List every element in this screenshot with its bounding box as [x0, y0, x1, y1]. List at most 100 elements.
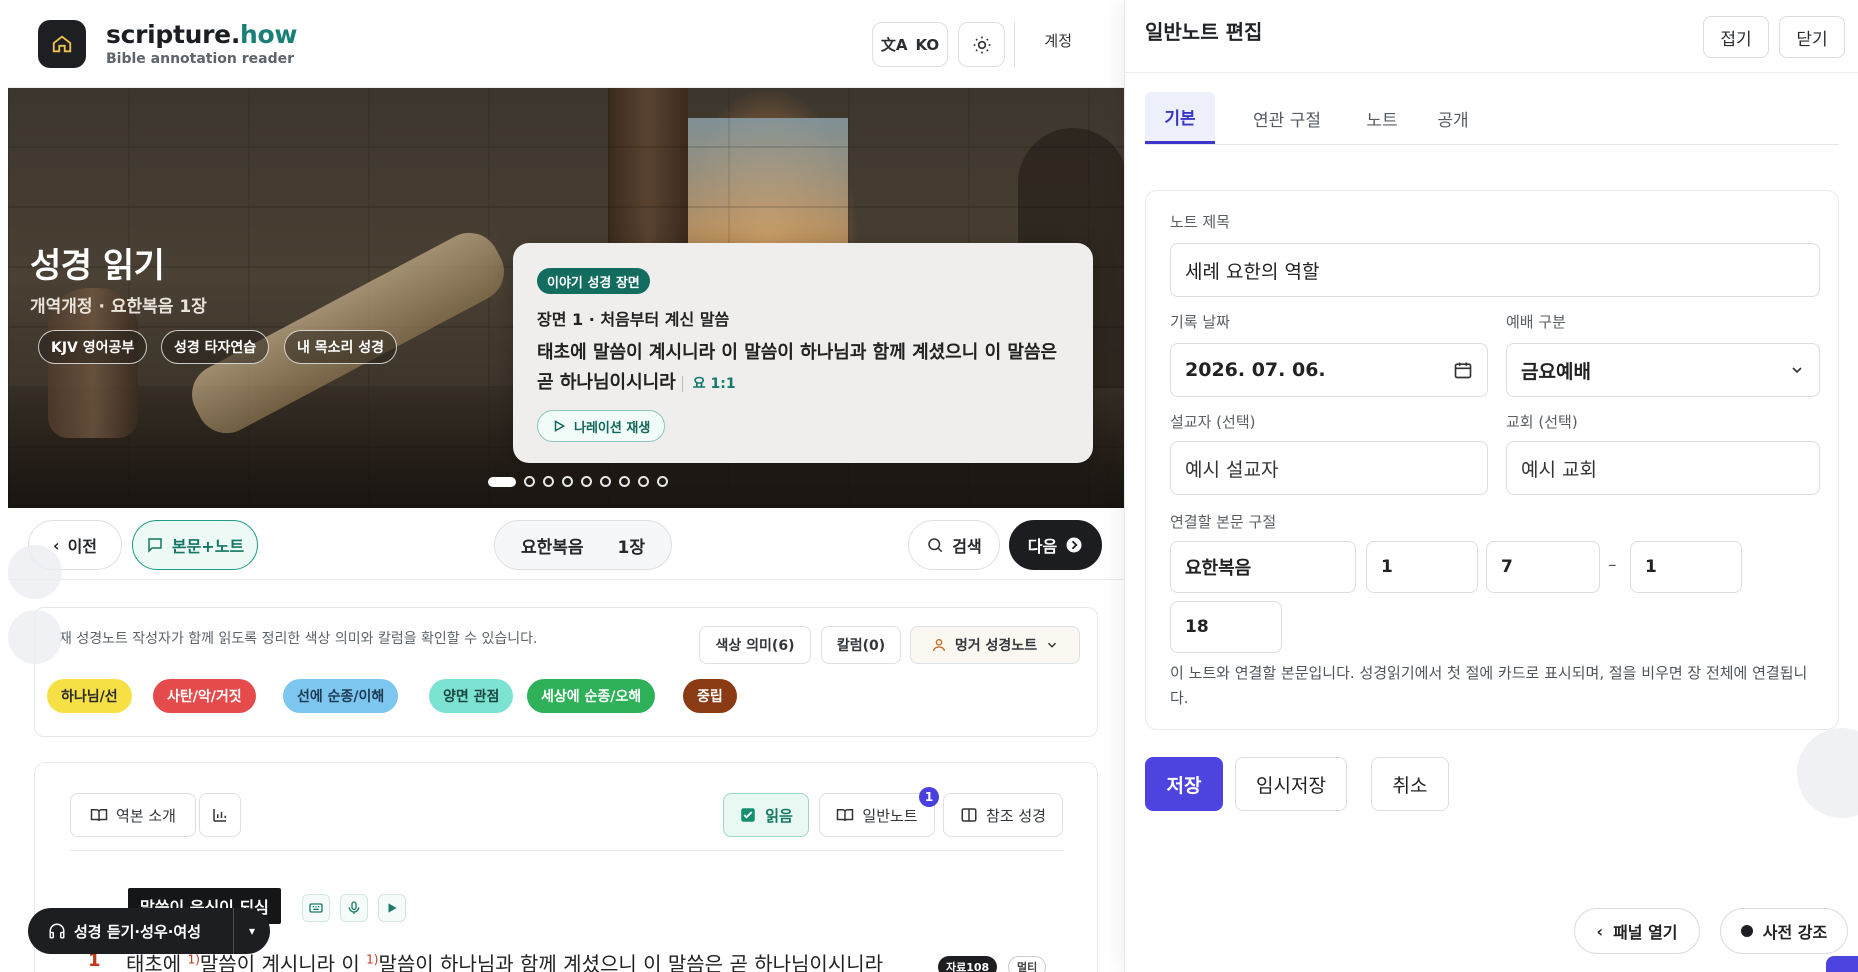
- color-chip[interactable]: 중립: [683, 679, 737, 713]
- book-chapter-selector[interactable]: 요한복음 1장: [494, 520, 672, 570]
- record-date-input[interactable]: 2026. 07. 06.: [1170, 343, 1488, 397]
- legend-description: 재 성경노트 작성자가 함께 읽도록 정리한 색상 의미와 칼럼을 확인할 수 …: [59, 631, 538, 647]
- carousel-dot[interactable]: [657, 476, 668, 487]
- multi-chip[interactable]: 멀티: [1008, 956, 1047, 972]
- arrow-right-circle-icon: [1066, 537, 1082, 553]
- preacher-input[interactable]: 예시 설교자: [1170, 441, 1488, 495]
- read-toggle-button[interactable]: 읽음: [723, 793, 809, 837]
- play-icon: [388, 903, 397, 913]
- home-logo-button[interactable]: [38, 20, 86, 68]
- next-label: 다음: [1027, 537, 1058, 556]
- subtitle-button[interactable]: [302, 894, 330, 922]
- tab-public[interactable]: 공개: [1421, 92, 1485, 144]
- audio-player-button[interactable]: 성경 듣기·성우·여성 ▾: [28, 908, 270, 954]
- scene-title: 장면 1 · 처음부터 계신 말씀: [537, 310, 730, 329]
- account-button[interactable]: 계정: [1014, 22, 1100, 67]
- calendar-icon[interactable]: [1453, 360, 1473, 380]
- brand-name[interactable]: scripture.how: [106, 20, 298, 49]
- end-verse-input[interactable]: 18: [1170, 601, 1282, 653]
- carousel-dot[interactable]: [600, 476, 611, 487]
- text-note-toggle[interactable]: 본문+노트: [132, 520, 258, 570]
- basic-form: 노트 제목 세례 요한의 역할 기록 날짜 2026. 07. 06. 예배 구…: [1145, 190, 1839, 730]
- carousel-dot[interactable]: [619, 476, 630, 487]
- note-title-label: 노트 제목: [1170, 213, 1230, 231]
- color-chip[interactable]: 세상에 순종/오해: [527, 679, 656, 713]
- save-button[interactable]: 저장: [1145, 757, 1223, 811]
- narration-play-button[interactable]: 나레이션 재생: [537, 410, 666, 442]
- column-button[interactable]: 칼럼(0): [821, 626, 901, 664]
- fold-button[interactable]: 접기: [1703, 16, 1769, 58]
- reader-divider: [70, 850, 1064, 851]
- book-open-icon: [90, 809, 108, 822]
- stats-button[interactable]: [199, 793, 241, 837]
- language-button[interactable]: 文A KO: [872, 22, 948, 67]
- ghost-circle: [1797, 728, 1858, 818]
- start-verse-input[interactable]: 7: [1486, 541, 1600, 593]
- my-voice-bible-pill[interactable]: 내 목소리 성경: [284, 330, 398, 364]
- color-meaning-button[interactable]: 색상 의미(6): [699, 626, 811, 664]
- dictionary-highlight-label: 사전 강조: [1762, 923, 1828, 942]
- note-author-dropdown[interactable]: 멍거 성경노트: [910, 626, 1080, 664]
- comment-icon: [148, 538, 162, 553]
- reference-bible-button[interactable]: 참조 성경: [943, 793, 1063, 837]
- color-chip[interactable]: 양면 관점: [429, 679, 514, 713]
- carousel-dot[interactable]: [524, 476, 535, 487]
- play-verse-button[interactable]: [378, 894, 406, 922]
- carousel-dot[interactable]: [638, 476, 649, 487]
- translation-intro-button[interactable]: 역본 소개: [70, 793, 196, 837]
- next-chapter-button[interactable]: 다음: [1009, 520, 1102, 570]
- microphone-icon: [348, 901, 360, 914]
- prev-label: 이전: [67, 537, 98, 556]
- chevron-left-icon: ‹: [52, 535, 60, 555]
- book-select[interactable]: 요한복음: [521, 533, 584, 558]
- reference-bible-label: 참조 성경: [986, 806, 1046, 825]
- church-input[interactable]: 예시 교회: [1506, 441, 1820, 495]
- passage-book-input[interactable]: 요한복음: [1170, 541, 1356, 593]
- tab-related-verses[interactable]: 연관 구절: [1229, 92, 1345, 144]
- book-open-icon: [837, 809, 854, 822]
- cancel-button[interactable]: 취소: [1371, 757, 1449, 811]
- tab-note[interactable]: 노트: [1351, 92, 1413, 144]
- footnote-marker[interactable]: 1): [188, 952, 200, 966]
- dictionary-highlight-button[interactable]: 사전 강조: [1720, 908, 1848, 954]
- theme-toggle-button[interactable]: [958, 22, 1005, 67]
- keyboard-icon: [309, 903, 323, 913]
- search-button[interactable]: 검색: [908, 520, 1000, 570]
- start-chapter-input[interactable]: 1: [1366, 541, 1478, 593]
- open-panel-button[interactable]: ‹ 패널 열기: [1574, 908, 1700, 954]
- typing-practice-pill[interactable]: 성경 타자연습: [161, 330, 270, 364]
- verse-text-part: 말씀이 하나님과 함께 계셨으니 이 말씀은 곧 하나님이시니라: [378, 952, 884, 972]
- general-note-label: 일반노트: [862, 806, 918, 825]
- corner-chat-button[interactable]: [1826, 956, 1858, 972]
- carousel-dot[interactable]: [543, 476, 554, 487]
- footnote-marker[interactable]: 1): [366, 952, 378, 966]
- narration-play-label: 나레이션 재생: [574, 420, 651, 436]
- resource-chip[interactable]: 자료108: [938, 956, 998, 972]
- scene-verse-ref[interactable]: 요 1:1: [681, 376, 736, 392]
- caret-down-icon[interactable]: ▾: [234, 924, 270, 938]
- color-chip[interactable]: 선에 순종/이해: [283, 679, 399, 713]
- kjv-study-pill[interactable]: KJV 영어공부: [38, 330, 148, 364]
- verse-text-part: 태초에: [126, 952, 188, 972]
- carousel-dot[interactable]: [562, 476, 573, 487]
- close-button[interactable]: 닫기: [1779, 16, 1845, 58]
- audio-listen-button[interactable]: 성경 듣기·성우·여성: [28, 908, 234, 954]
- story-scene-card: 이야기 성경 장면 장면 1 · 처음부터 계신 말씀 태초에 말씀이 계시니라…: [513, 243, 1093, 463]
- chapter-select[interactable]: 1장: [618, 533, 645, 558]
- translation-intro-label: 역본 소개: [116, 806, 176, 825]
- checkbox-checked-icon: [741, 808, 755, 822]
- color-chip[interactable]: 사탄/악/거짓: [153, 679, 256, 713]
- tab-basic[interactable]: 기본: [1145, 92, 1215, 144]
- service-type-select[interactable]: 금요예배: [1506, 343, 1820, 397]
- carousel-dot[interactable]: [581, 476, 592, 487]
- end-chapter-input[interactable]: 1: [1630, 541, 1742, 593]
- verse-text-part: 말씀이 계시니라 이: [199, 952, 367, 972]
- scene-verse-text: 태초에 말씀이 계시니라 이 말씀이 하나님과 함께 계셨으니 이 말씀은 곧 …: [537, 342, 1058, 393]
- record-voice-button[interactable]: [340, 894, 368, 922]
- temp-save-button[interactable]: 임시저장: [1235, 757, 1347, 811]
- carousel-dot[interactable]: [488, 476, 516, 487]
- chevron-left-icon: ‹: [1596, 921, 1604, 941]
- color-chip[interactable]: 하나님/선: [47, 679, 132, 713]
- note-title-input[interactable]: 세례 요한의 역할: [1170, 243, 1820, 297]
- general-note-button[interactable]: 일반노트: [819, 793, 935, 837]
